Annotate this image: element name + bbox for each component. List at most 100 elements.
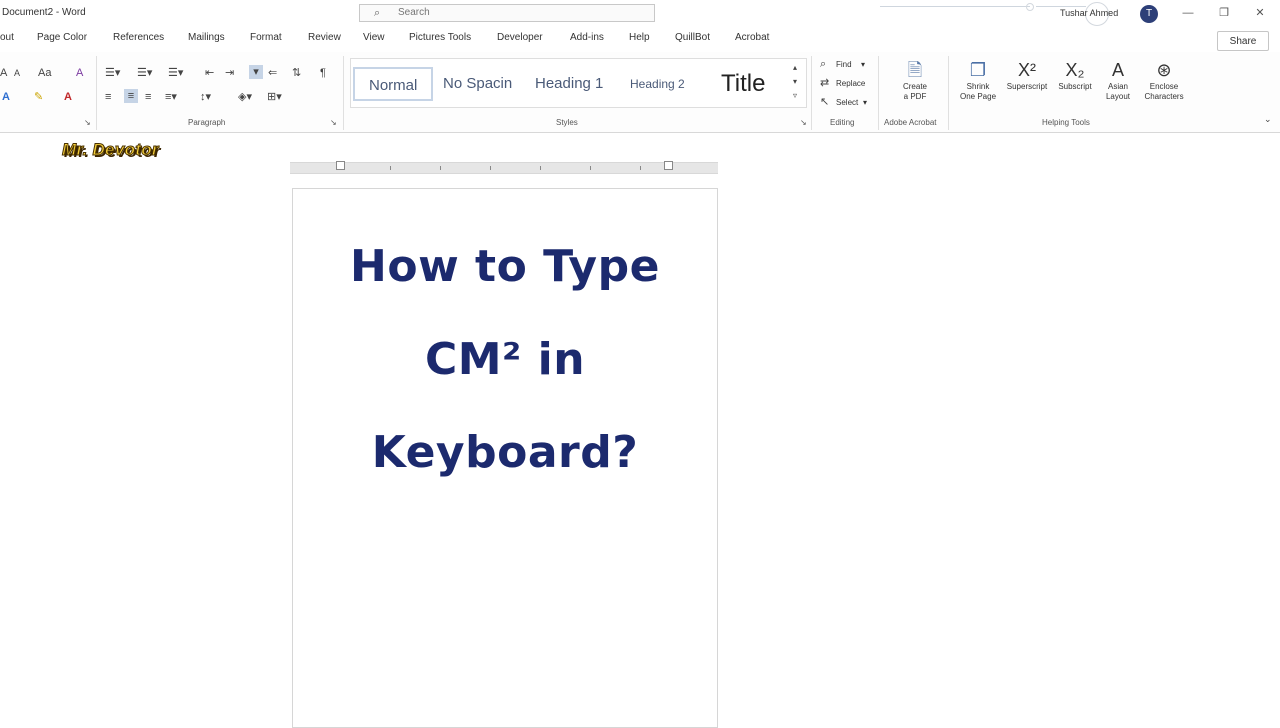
- subscript-button[interactable]: X₂ Subscript: [1053, 58, 1097, 92]
- share-button[interactable]: Share: [1217, 31, 1269, 51]
- create-pdf-line2: a PDF: [903, 92, 927, 101]
- close-button[interactable]: ✕: [1248, 4, 1272, 22]
- justify-icon[interactable]: ≡▾: [165, 90, 177, 104]
- asian-line2: Layout: [1105, 92, 1131, 101]
- enclose-characters-icon: ⊛: [1156, 60, 1172, 80]
- left-indent-marker[interactable]: [336, 161, 345, 170]
- align-right-icon[interactable]: ≡: [145, 90, 151, 104]
- pdf-icon: 🗎: [907, 60, 923, 80]
- superscript-icon: X²: [1018, 60, 1036, 80]
- document-line-1[interactable]: How to Type: [293, 241, 717, 292]
- enclose-characters-button[interactable]: ⊛ Enclose Characters: [1139, 58, 1189, 102]
- style-heading-2[interactable]: Heading 2: [630, 67, 685, 101]
- highlight-icon[interactable]: ✎: [34, 90, 43, 104]
- tab-add-ins[interactable]: Add-ins: [570, 32, 604, 43]
- find-icon[interactable]: ⌕: [820, 57, 826, 71]
- align-center-icon[interactable]: ≡: [124, 89, 138, 103]
- tab-quillbot[interactable]: QuillBot: [675, 32, 710, 43]
- select-dropdown-icon[interactable]: ▾: [863, 98, 867, 107]
- restore-button[interactable]: ❐: [1212, 4, 1236, 22]
- ruler-tick: [490, 166, 491, 170]
- ltr-text-icon[interactable]: ▾: [249, 65, 263, 79]
- avatar[interactable]: T: [1140, 5, 1158, 23]
- asian-layout-icon: A: [1111, 60, 1124, 80]
- select-icon[interactable]: ↖: [820, 95, 829, 109]
- tab-layout[interactable]: out: [0, 32, 14, 43]
- style-title[interactable]: Title: [721, 67, 765, 101]
- search-input[interactable]: [398, 7, 638, 18]
- ruler-tick: [590, 166, 591, 170]
- styles-more-icon[interactable]: ▿: [793, 89, 797, 103]
- decrease-indent-icon[interactable]: ⇤: [205, 66, 214, 80]
- ruler-tick: [640, 166, 641, 170]
- find-button[interactable]: Find: [836, 60, 852, 69]
- create-pdf-button[interactable]: 🗎 Create a PDF: [893, 58, 937, 102]
- tab-developer[interactable]: Developer: [497, 32, 543, 43]
- styles-dialog-launcher-icon[interactable]: ↘: [800, 118, 807, 127]
- bullets-icon[interactable]: ☰▾: [105, 66, 120, 80]
- document-title: Document2 - Word: [2, 7, 86, 18]
- group-separator: [948, 56, 949, 130]
- right-indent-marker[interactable]: [664, 161, 673, 170]
- collapse-ribbon-icon[interactable]: ⌄: [1264, 112, 1272, 126]
- paragraph-group-label: Paragraph: [188, 118, 226, 127]
- subscript-icon: X₂: [1065, 60, 1085, 80]
- styles-scroll-down-icon[interactable]: ▾: [793, 75, 797, 89]
- sort-icon[interactable]: ⇅: [292, 66, 301, 80]
- grow-font-icon[interactable]: A: [0, 66, 7, 80]
- style-heading-1[interactable]: Heading 1: [535, 67, 603, 101]
- shrink-one-page-button[interactable]: ❐ Shrink One Page: [955, 58, 1001, 102]
- tab-page-color[interactable]: Page Color: [37, 32, 87, 43]
- enclose-line2: Characters: [1144, 92, 1184, 101]
- asian-layout-button[interactable]: A Asian Layout: [1098, 58, 1138, 102]
- superscript-label: Superscript: [1006, 82, 1048, 91]
- enclose-line1: Enclose: [1149, 82, 1179, 91]
- document-line-2[interactable]: CM² in: [293, 334, 717, 385]
- style-normal[interactable]: Normal: [353, 67, 434, 101]
- numbering-icon[interactable]: ☰▾: [137, 66, 152, 80]
- tab-pictures-tools[interactable]: Pictures Tools: [409, 32, 471, 43]
- clear-formatting-icon[interactable]: A: [76, 66, 83, 80]
- tab-view[interactable]: View: [363, 32, 385, 43]
- title-bar: Document2 - Word ⌕ Tushar Ahmed T — ❐ ✕: [0, 0, 1280, 28]
- increase-indent-icon[interactable]: ⇥: [225, 66, 234, 80]
- document-page[interactable]: How to Type CM² in Keyboard?: [292, 188, 718, 728]
- styles-scroll-up-icon[interactable]: ▴: [793, 61, 797, 75]
- editing-group-label: Editing: [830, 118, 855, 127]
- decorative-line: [880, 6, 1030, 7]
- borders-icon[interactable]: ⊞▾: [267, 90, 282, 104]
- horizontal-ruler[interactable]: [290, 161, 718, 174]
- superscript-button[interactable]: X² Superscript: [1002, 58, 1052, 92]
- change-case-icon[interactable]: Aa: [38, 66, 51, 80]
- tab-format[interactable]: Format: [250, 32, 282, 43]
- tab-references[interactable]: References: [113, 32, 164, 43]
- tab-acrobat[interactable]: Acrobat: [735, 32, 769, 43]
- replace-button[interactable]: Replace: [836, 79, 865, 88]
- font-color-icon[interactable]: A: [64, 90, 72, 104]
- minimize-button[interactable]: —: [1176, 4, 1200, 22]
- line-spacing-icon[interactable]: ↕▾: [200, 90, 211, 104]
- tab-review[interactable]: Review: [308, 32, 341, 43]
- tab-mailings[interactable]: Mailings: [188, 32, 225, 43]
- paragraph-dialog-launcher-icon[interactable]: ↘: [330, 118, 337, 127]
- align-left-icon[interactable]: ≡: [105, 90, 111, 104]
- asian-line1: Asian: [1107, 82, 1128, 91]
- shading-icon[interactable]: ◈▾: [238, 90, 252, 104]
- font-dialog-launcher-icon[interactable]: ↘: [84, 118, 91, 127]
- ruler-tick: [540, 166, 541, 170]
- find-dropdown-icon[interactable]: ▾: [861, 60, 865, 69]
- search-box[interactable]: ⌕: [359, 4, 655, 22]
- document-line-3[interactable]: Keyboard?: [293, 427, 717, 478]
- select-button[interactable]: Select: [836, 98, 858, 107]
- adobe-group-label: Adobe Acrobat: [884, 118, 937, 127]
- shrink-font-icon[interactable]: A: [14, 66, 20, 80]
- style-no-spacing[interactable]: No Spacin: [443, 67, 512, 101]
- user-name[interactable]: Tushar Ahmed: [1060, 8, 1118, 18]
- show-formatting-icon[interactable]: ¶: [320, 66, 326, 80]
- replace-icon[interactable]: ⇄: [820, 76, 829, 90]
- group-separator: [343, 56, 344, 130]
- rtl-text-icon[interactable]: ⇐: [268, 66, 277, 80]
- text-effects-icon[interactable]: A: [2, 90, 10, 104]
- tab-help[interactable]: Help: [629, 32, 650, 43]
- multilevel-list-icon[interactable]: ☰▾: [168, 66, 183, 80]
